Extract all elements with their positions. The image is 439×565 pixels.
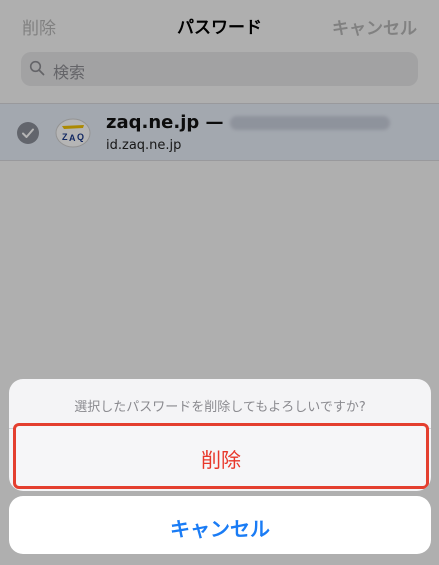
cancel-button-label: キャンセル xyxy=(170,517,270,541)
delete-button[interactable]: 削除 xyxy=(13,423,429,489)
cancel-button[interactable]: キャンセル xyxy=(9,496,431,554)
delete-button-label: 削除 xyxy=(201,448,241,472)
action-sheet-message: 選択したパスワードを削除してもよろしいですか? xyxy=(74,400,366,415)
action-sheet: 選択したパスワードを削除してもよろしいですか? 削除 xyxy=(9,379,431,491)
